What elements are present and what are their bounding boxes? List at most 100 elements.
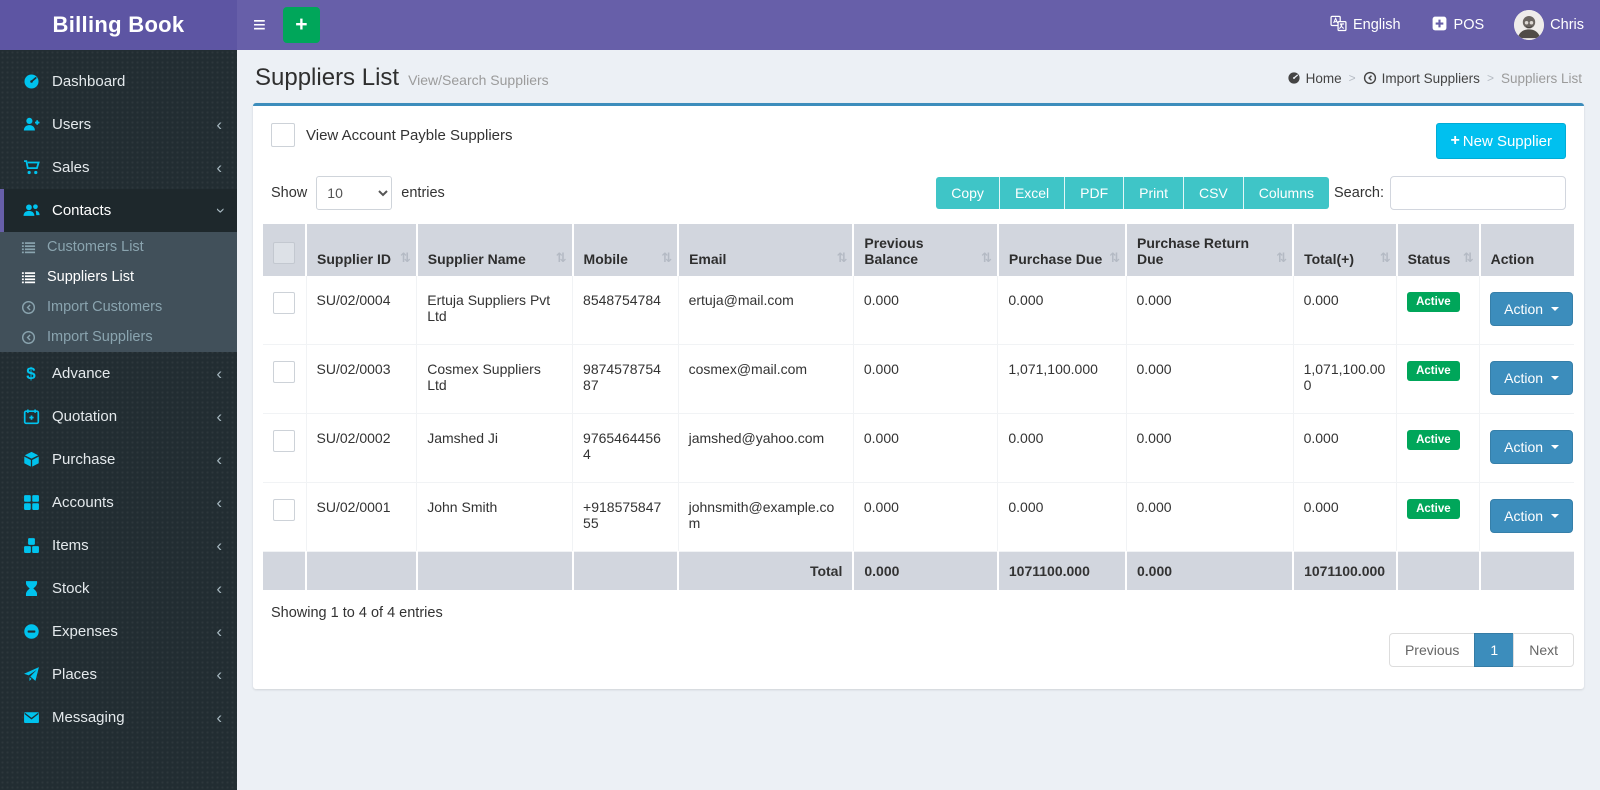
breadcrumb-import-suppliers[interactable]: Import Suppliers [1363,71,1480,86]
submenu-item-customers-list[interactable]: Customers List [0,232,237,262]
sidebar-item-places[interactable]: Places ‹ [0,653,237,696]
sort-icon: ⇅ [980,251,992,266]
cell-total: 0.000 [1293,413,1398,483]
cell-previous-balance: 0.000 [853,482,999,552]
sidebar-item-messaging[interactable]: Messaging ‹ [0,696,237,739]
app-logo[interactable]: Billing Book [0,0,237,50]
submenu-item-import-suppliers[interactable]: Import Suppliers [0,322,237,352]
language-icon [1330,15,1347,36]
envelope-icon [19,709,43,726]
search-input[interactable] [1390,176,1566,210]
entries-label: entries [401,185,445,201]
sidebar-item-quotation[interactable]: Quotation ‹ [0,395,237,438]
sidebar-item-expenses[interactable]: Expenses ‹ [0,610,237,653]
submenu-item-suppliers-list[interactable]: Suppliers List [0,262,237,292]
suppliers-table: Supplier ID ⇅ Supplier Name ⇅ Mobile ⇅ Emai… [263,224,1574,590]
select-all-checkbox[interactable] [273,242,295,264]
status-badge: Active [1407,430,1460,450]
col-purchase-return-due[interactable]: Purchase Return Due ⇅ [1126,224,1295,276]
sidebar-item-sales[interactable]: Sales ‹ [0,146,237,189]
import-icon [17,330,39,345]
breadcrumb-current: Suppliers List [1500,70,1582,86]
home-dashboard-icon [1288,72,1300,84]
copy-button[interactable]: Copy [936,177,1000,209]
breadcrumb-home[interactable]: Home [1287,71,1342,86]
sidebar-item-items[interactable]: Items ‹ [0,524,237,567]
cell-purchase-due: 1,071,100.000 [997,344,1127,414]
submenu-item-import-customers[interactable]: Import Customers [0,292,237,322]
pos-link[interactable]: POS [1431,15,1484,36]
cell-previous-balance: 0.000 [853,344,999,414]
sidebar-item-dashboard[interactable]: Dashboard [0,60,237,103]
col-previous-balance[interactable]: Previous Balance ⇅ [853,224,999,276]
pagination-next[interactable]: Next [1513,633,1574,667]
cell-supplier-name: Ertuja Suppliers Pvt Ltd [416,276,574,345]
cell-supplier-id: SU/02/0004 [306,276,418,345]
submenu-item-label: Suppliers List [47,269,135,285]
col-status[interactable]: Status ⇅ [1396,224,1481,276]
sidebar-item-contacts[interactable]: Contacts ‹ [0,189,237,232]
row-checkbox[interactable] [273,499,295,521]
footer-total-label: Total [678,551,855,590]
view-payable-checkbox[interactable] [271,123,295,147]
sort-icon: ⇅ [1109,251,1120,266]
col-purchase-due[interactable]: Purchase Due ⇅ [997,224,1128,276]
cell-purchase-due: 0.000 [997,276,1127,345]
action-button[interactable]: Action [1490,361,1574,395]
user-menu[interactable]: Chris [1514,10,1584,40]
language-menu[interactable]: English [1330,15,1401,36]
row-checkbox[interactable] [273,292,295,314]
action-button[interactable]: Action [1490,499,1574,533]
action-button[interactable]: Action [1490,292,1574,326]
user-name: Chris [1550,17,1584,33]
pagination-page-1[interactable]: 1 [1474,633,1515,667]
csv-button[interactable]: CSV [1183,177,1244,209]
col-supplier-id[interactable]: Supplier ID ⇅ [306,224,418,276]
col-supplier-name[interactable]: Supplier Name ⇅ [416,224,574,276]
submenu-item-label: Import Suppliers [47,329,153,345]
cell-supplier-name: Jamshed Ji [416,413,574,483]
footer-total: 1071100.000 [1293,551,1398,590]
sidebar-item-label: Quotation [52,408,118,425]
hamburger-icon[interactable]: ≡ [253,14,266,36]
excel-button[interactable]: Excel [999,177,1066,209]
page-length-select[interactable]: 10 [316,176,393,210]
sidebar-item-purchase[interactable]: Purchase ‹ [0,438,237,481]
footer-purchase-return-due: 0.000 [1126,551,1295,590]
print-button[interactable]: Print [1124,177,1184,209]
calendar-plus-icon [19,408,43,425]
caret-down-icon [1551,376,1560,380]
select-all-header [263,224,308,276]
plus-square-icon [1431,15,1448,36]
sidebar-item-label: Places [52,666,98,683]
sidebar-item-label: Advance [52,365,111,382]
pagination-previous[interactable]: Previous [1388,633,1476,667]
breadcrumb-separator: > [1486,71,1494,85]
col-total[interactable]: Total(+) ⇅ [1293,224,1398,276]
col-mobile[interactable]: Mobile ⇅ [572,224,680,276]
sidebar-item-stock[interactable]: Stock ‹ [0,567,237,610]
sort-icon: ⇅ [836,251,848,266]
chevron-left-icon: ‹ [216,364,222,383]
sidebar-item-advance[interactable]: $ Advance ‹ [0,352,237,395]
chevron-left-icon: ‹ [216,493,222,512]
col-email[interactable]: Email ⇅ [678,224,855,276]
cell-action: Action [1479,413,1574,483]
sidebar-item-users[interactable]: Users ‹ [0,103,237,146]
sidebar-item-accounts[interactable]: Accounts ‹ [0,481,237,524]
caret-down-icon [1551,445,1560,449]
sort-icon: ⇅ [1276,251,1288,266]
search-label: Search: [1334,185,1384,201]
cell-status: Active [1396,344,1481,414]
import-icon [1363,71,1376,85]
new-supplier-button[interactable]: + New Supplier [1436,123,1566,159]
page-title: Suppliers List [255,64,400,91]
chevron-left-icon: ‹ [216,536,222,555]
pdf-button[interactable]: PDF [1065,177,1125,209]
row-checkbox[interactable] [273,430,295,452]
quick-add-button[interactable]: + [282,7,320,43]
sidebar-item-label: Dashboard [52,73,126,90]
row-checkbox[interactable] [273,361,295,383]
action-button[interactable]: Action [1490,430,1574,464]
columns-button[interactable]: Columns [1243,177,1330,209]
